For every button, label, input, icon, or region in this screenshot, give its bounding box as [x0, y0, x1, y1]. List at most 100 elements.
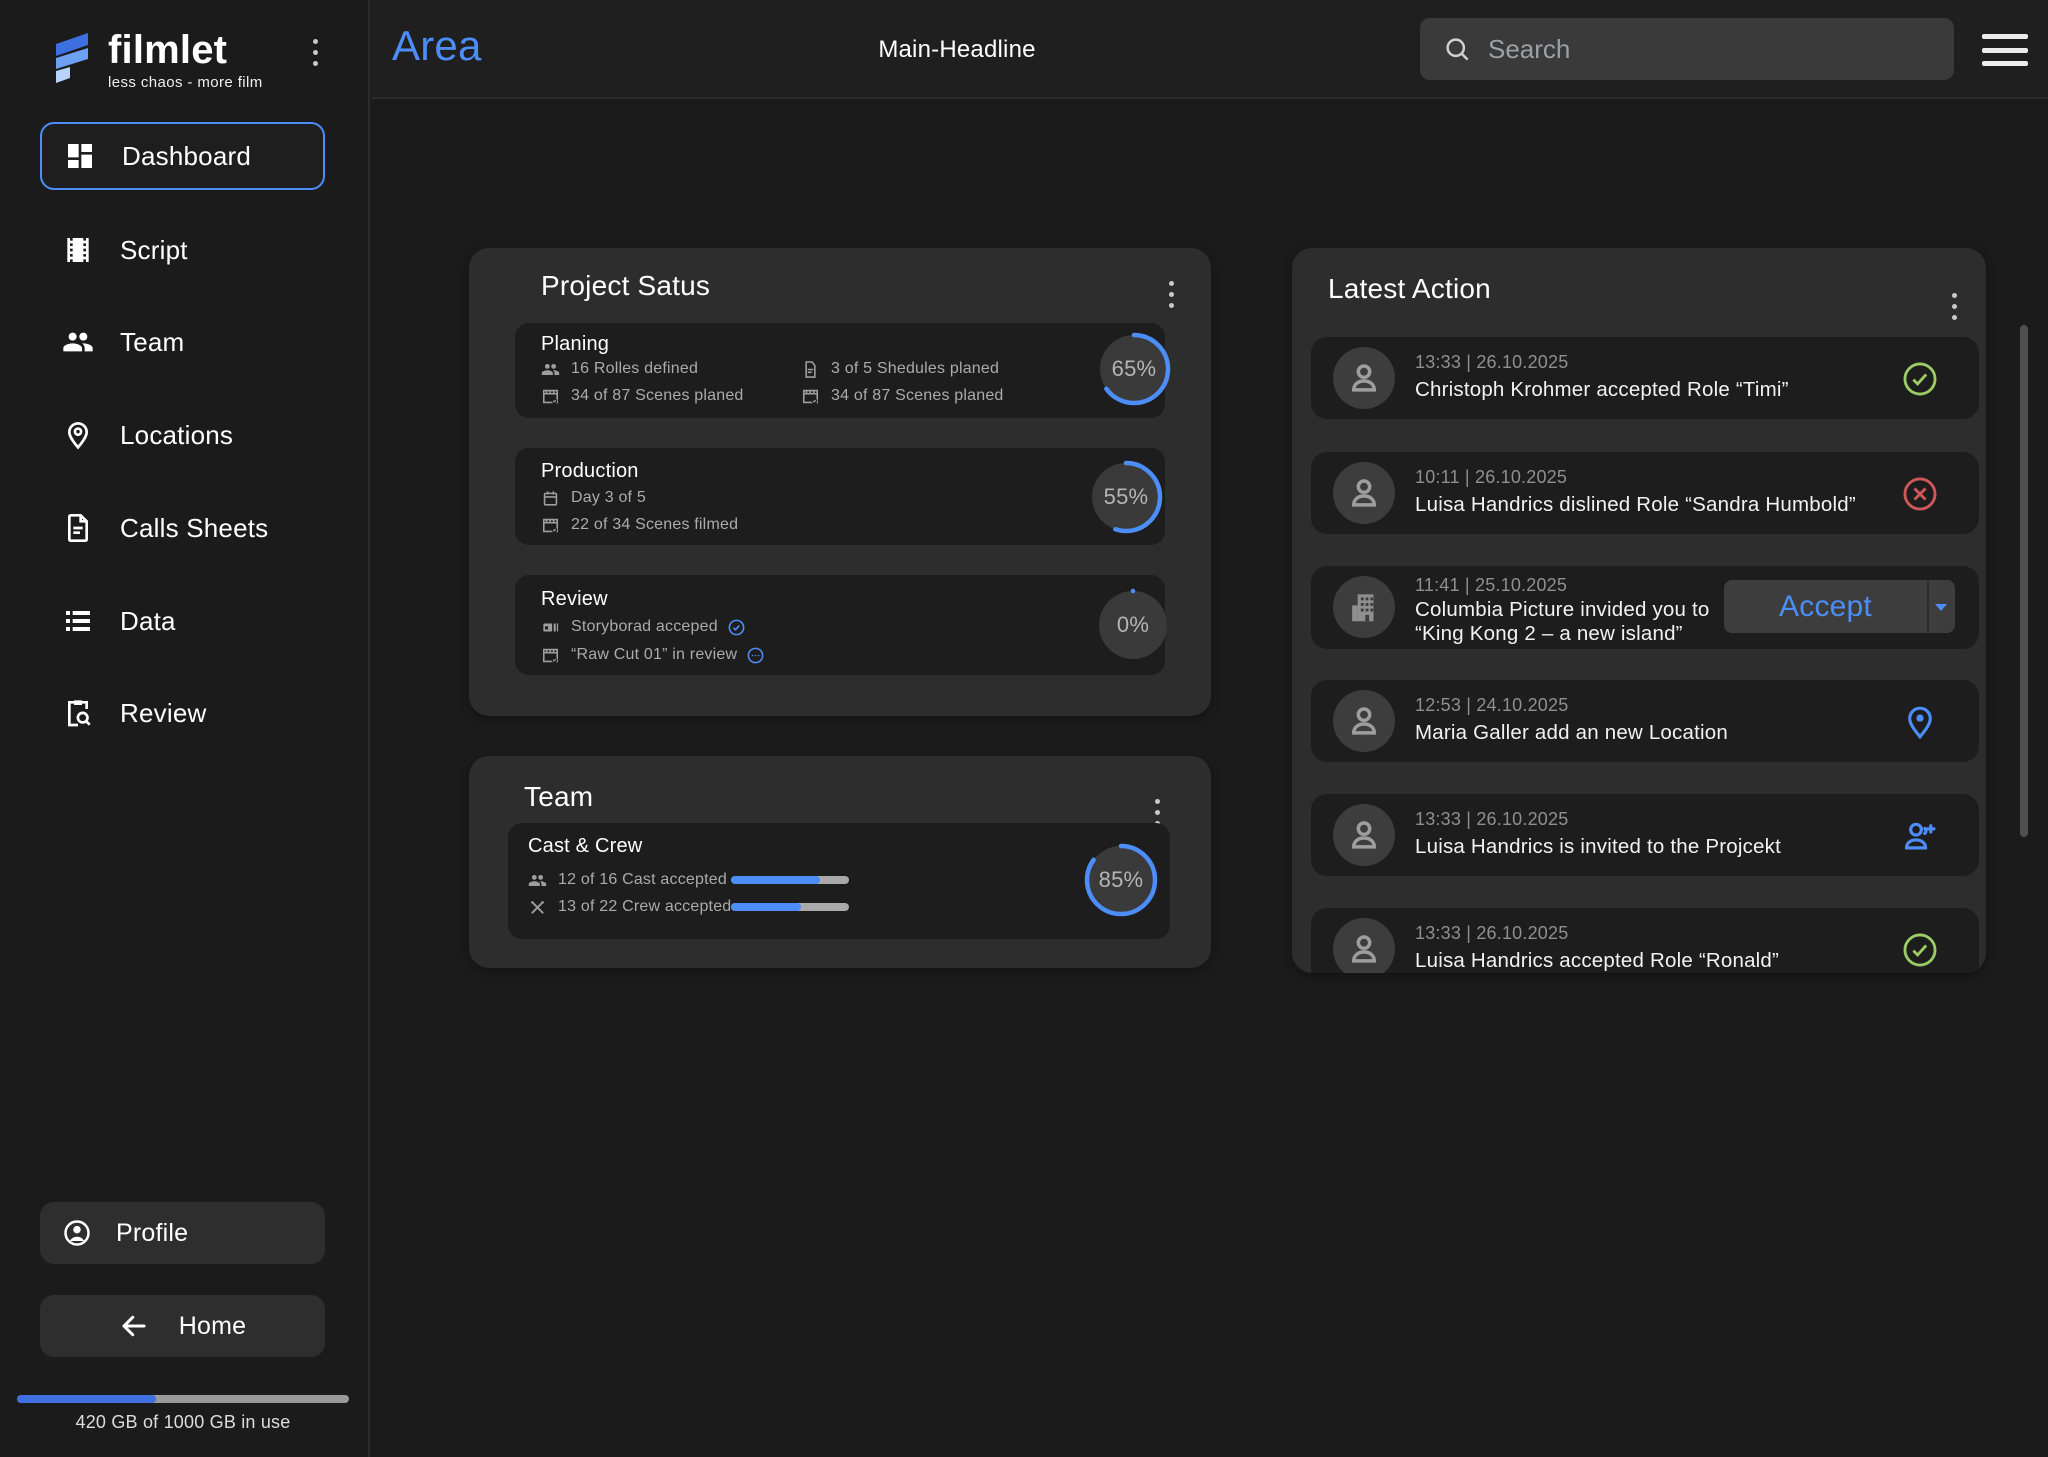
action-text: Luisa Handrics accepted Role “Ronald” [1415, 949, 1779, 973]
action-item[interactable]: 13:33 | 26.10.2025 Christoph Krohmer acc… [1311, 337, 1979, 419]
stat-text: Storyborad acceped [571, 618, 718, 636]
storage-label: 420 GB of 1000 GB in use [0, 1412, 366, 1433]
film-icon [62, 234, 94, 266]
sidebar-item-dashboard[interactable]: Dashboard [40, 122, 325, 190]
action-item[interactable]: 13:33 | 26.10.2025 Luisa Handrics accept… [1311, 908, 1979, 973]
profile-icon [62, 1218, 92, 1248]
planing-section: Planing 16 Rolles defined 3 of 5 Shedule… [515, 323, 1165, 418]
sidebar: filmlet less chaos - more film Dashboard… [0, 0, 370, 1457]
project-status-title: Project Satus [541, 270, 710, 302]
sidebar-item-review[interactable]: Review [40, 679, 325, 747]
clapperboard-check-icon [541, 646, 560, 665]
document-icon [801, 360, 820, 379]
home-label: Home [179, 1312, 247, 1341]
stat-text: 16 Rolles defined [571, 360, 698, 378]
accept-split-button[interactable]: Accept [1724, 580, 1955, 633]
latest-action-title: Latest Action [1328, 273, 1491, 305]
sidebar-item-label: Dashboard [122, 141, 251, 172]
production-percent: 55% [1088, 459, 1164, 535]
cast-crew-percent: 85% [1083, 842, 1159, 918]
stat-text: “Raw Cut 01” in review [571, 646, 737, 664]
planing-stat: 34 of 87 Scenes planed [801, 385, 1004, 407]
search-icon [1442, 34, 1472, 64]
person-avatar [1333, 690, 1395, 752]
main-headline: Main-Headline [878, 36, 1035, 64]
storyboard-icon [541, 618, 560, 637]
action-item[interactable]: 13:33 | 26.10.2025 Luisa Handrics is inv… [1311, 794, 1979, 876]
search-input[interactable] [1488, 34, 1918, 65]
person-avatar [1333, 462, 1395, 524]
person-avatar [1333, 804, 1395, 866]
project-status-kebab-icon[interactable] [1161, 274, 1181, 314]
calendar-icon [541, 489, 560, 508]
sidebar-item-script[interactable]: Script [40, 216, 325, 284]
action-time: 13:33 | 26.10.2025 [1415, 923, 1568, 944]
dashboard-icon [64, 140, 96, 172]
storage-progressbar [17, 1395, 349, 1403]
review-progress-ring: 0% [1095, 587, 1171, 663]
review-section: Review Storyborad acceped “Raw Cut 01” i… [515, 575, 1165, 675]
sidebar-menu-kebab-icon[interactable] [305, 32, 325, 72]
accept-button[interactable]: Accept [1724, 580, 1929, 633]
location-pin-icon [62, 419, 94, 451]
production-stat: Day 3 of 5 [541, 487, 646, 509]
pending-circle-icon [746, 646, 765, 665]
hamburger-menu-icon[interactable] [1982, 34, 2028, 66]
action-time: 12:53 | 24.10.2025 [1415, 695, 1568, 716]
latest-action-kebab-icon[interactable] [1944, 286, 1964, 326]
production-progress-ring: 55% [1088, 459, 1164, 535]
cast-stat: 12 of 16 Cast accepted [528, 869, 727, 891]
cast-progressbar [731, 876, 849, 884]
people-icon [62, 326, 94, 358]
review-stat: “Raw Cut 01” in review [541, 644, 765, 666]
logo: filmlet less chaos - more film [48, 28, 263, 91]
document-icon [62, 512, 94, 544]
project-status-card: Project Satus Planing 16 Rolles defined … [469, 248, 1211, 716]
arrow-left-icon [119, 1311, 149, 1341]
planing-percent: 65% [1096, 331, 1172, 407]
app-name: filmlet [108, 28, 263, 72]
home-button[interactable]: Home [40, 1295, 325, 1357]
cancel-circle-icon [1901, 475, 1939, 513]
action-time: 11:41 | 25.10.2025 [1415, 575, 1567, 596]
production-section: Production Day 3 of 5 22 of 34 Scenes fi… [515, 448, 1165, 545]
sidebar-item-label: Review [120, 698, 206, 729]
stat-text: 3 of 5 Shedules planed [831, 360, 999, 378]
review-title: Review [541, 588, 608, 611]
main-header: Area Main-Headline [372, 0, 2048, 99]
review-percent: 0% [1095, 587, 1171, 663]
profile-label: Profile [116, 1219, 188, 1248]
sidebar-item-calls-sheets[interactable]: Calls Sheets [40, 494, 325, 562]
building-avatar [1333, 576, 1395, 638]
sidebar-item-team[interactable]: Team [40, 308, 325, 376]
filmlet-logo-icon [48, 28, 94, 86]
sidebar-item-label: Data [120, 606, 176, 637]
action-time: 13:33 | 26.10.2025 [1415, 352, 1568, 373]
profile-button[interactable]: Profile [40, 1202, 325, 1264]
review-stat: Storyborad acceped [541, 616, 746, 638]
sidebar-item-label: Team [120, 327, 184, 358]
clipboard-search-icon [62, 697, 94, 729]
action-item-invite[interactable]: 11:41 | 25.10.2025 Columbia Picture invi… [1311, 566, 1979, 649]
planing-title: Planing [541, 333, 609, 356]
chevron-down-icon[interactable] [1929, 580, 1953, 633]
person-add-icon [1901, 817, 1939, 855]
location-pin-icon [1901, 703, 1939, 741]
check-circle-icon [1901, 360, 1939, 398]
sidebar-item-label: Locations [120, 420, 233, 451]
person-avatar [1333, 347, 1395, 409]
clapperboard-check-icon [541, 516, 560, 535]
area-title: Area [392, 22, 482, 70]
storage-progress-fill [17, 1395, 156, 1403]
action-item[interactable]: 10:11 | 26.10.2025 Luisa Handrics dislin… [1311, 452, 1979, 534]
scrollbar-thumb[interactable] [2020, 325, 2028, 837]
action-item[interactable]: 12:53 | 24.10.2025 Maria Galler add an n… [1311, 680, 1979, 762]
search-box[interactable] [1420, 18, 1954, 80]
planing-stat: 16 Rolles defined [541, 358, 698, 380]
tools-icon [528, 898, 547, 917]
people-icon [528, 871, 547, 890]
action-time: 13:33 | 26.10.2025 [1415, 809, 1568, 830]
app-tagline: less chaos - more film [108, 74, 263, 91]
sidebar-item-locations[interactable]: Locations [40, 401, 325, 469]
sidebar-item-data[interactable]: Data [40, 587, 325, 655]
